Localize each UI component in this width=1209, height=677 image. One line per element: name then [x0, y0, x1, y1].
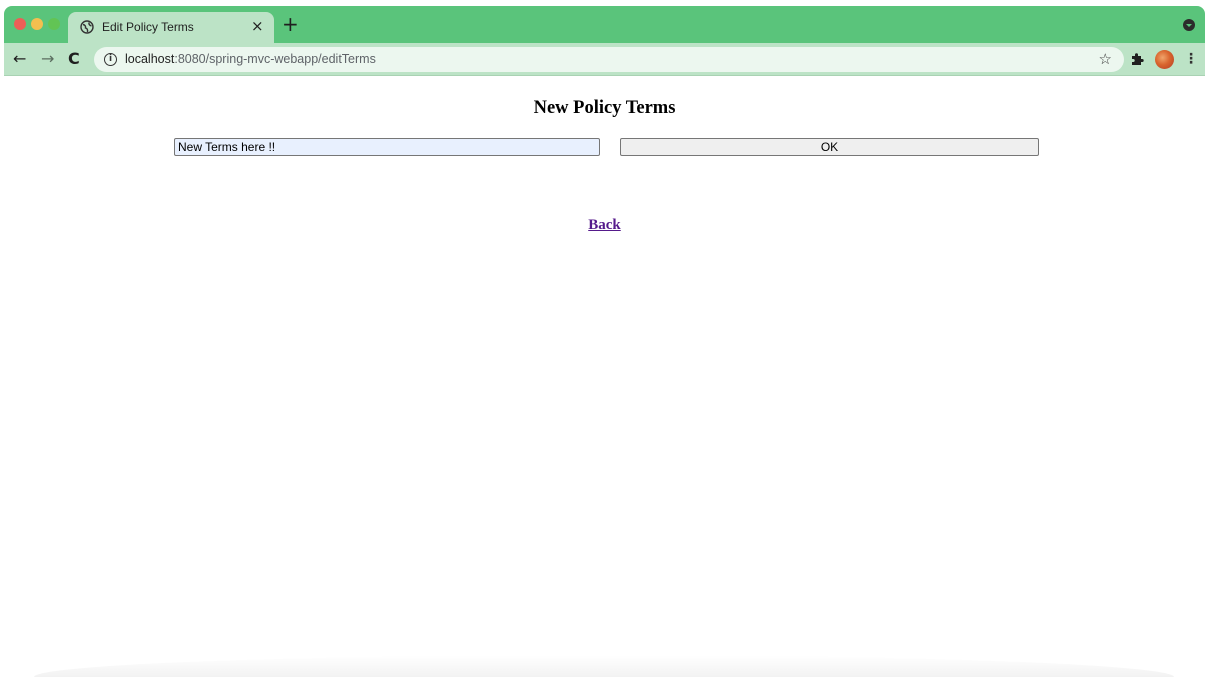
url-host: localhost: [125, 52, 175, 66]
bookmark-star-icon[interactable]: ☆: [1099, 50, 1112, 68]
extensions-puzzle-icon[interactable]: [1130, 52, 1144, 66]
minimize-window-button[interactable]: [31, 18, 43, 30]
tab-edit-policy-terms[interactable]: Edit Policy Terms ×: [68, 12, 274, 43]
page-content: New Policy Terms OK Back: [4, 77, 1205, 677]
back-button[interactable]: ←: [13, 50, 26, 68]
tab-strip: Edit Policy Terms × +: [4, 6, 1205, 43]
maximize-window-button[interactable]: [48, 18, 60, 30]
url-path: :8080/spring-mvc-webapp/editTerms: [174, 52, 376, 66]
ok-button[interactable]: OK: [620, 138, 1039, 156]
close-window-button[interactable]: [14, 18, 26, 30]
avatar[interactable]: [1155, 50, 1174, 69]
back-link[interactable]: Back: [588, 217, 621, 233]
globe-icon: [80, 20, 94, 34]
back-link-container: Back: [4, 217, 1205, 234]
new-tab-button[interactable]: +: [282, 14, 299, 34]
bottom-shadow: [34, 655, 1174, 677]
browser-toolbar: ← → C i localhost:8080/spring-mvc-webapp…: [4, 43, 1205, 76]
close-tab-icon[interactable]: ×: [251, 18, 264, 34]
tab-title: Edit Policy Terms: [102, 20, 194, 34]
info-icon[interactable]: i: [104, 53, 117, 66]
profile-menu-icon[interactable]: [1183, 19, 1195, 31]
forward-button[interactable]: →: [41, 50, 54, 68]
reload-button[interactable]: C: [68, 50, 80, 68]
browser-window: Edit Policy Terms × + ← → C i localhost:…: [4, 6, 1205, 677]
page-title: New Policy Terms: [533, 98, 676, 118]
policy-terms-input[interactable]: [174, 138, 600, 156]
url-text[interactable]: localhost:8080/spring-mvc-webapp/editTer…: [125, 52, 376, 66]
address-bar[interactable]: i localhost:8080/spring-mvc-webapp/editT…: [94, 47, 1124, 72]
browser-menu-icon[interactable]: ⋮: [1184, 51, 1198, 67]
